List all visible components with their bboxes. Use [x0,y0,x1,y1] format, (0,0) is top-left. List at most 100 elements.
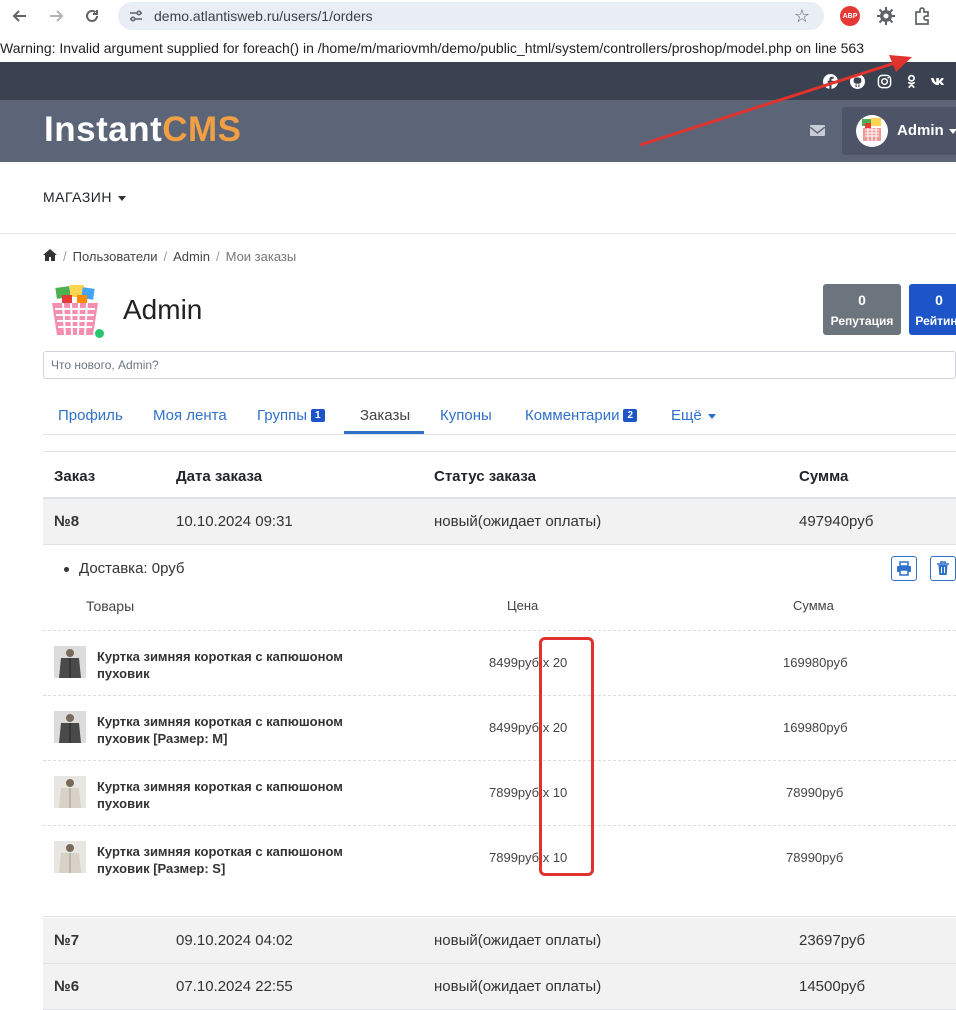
order-sum: 23697руб [799,932,866,949]
top-social-bar [0,62,956,100]
product-name[interactable]: Куртка зимняя короткая с капюшоном пухов… [97,648,367,682]
tab-groups[interactable]: Группы 1 [257,407,325,424]
orders-table-header: Заказ Дата заказа Статус заказа Сумма [43,451,956,499]
order-item-row: Куртка зимняя короткая с капюшоном пухов… [43,825,956,890]
item-sum: 169980руб [783,720,848,735]
product-thumbnail[interactable] [54,646,86,678]
order-item-row: Куртка зимняя короткая с капюшоном пухов… [43,695,956,760]
print-button[interactable] [891,556,917,581]
tab-orders[interactable]: Заказы [360,407,410,424]
bookmark-star-icon[interactable]: ☆ [794,6,810,27]
order-item-row: Куртка зимняя короткая с капюшоном пухов… [43,760,956,825]
tab-feed[interactable]: Моя лента [153,407,227,424]
site-logo[interactable]: InstantCMS [44,110,242,150]
item-sum: 78990руб [786,785,844,800]
reputation-value: 0 [858,292,866,308]
reload-icon[interactable] [82,6,102,26]
order-status: новый(ожидает оплаты) [434,513,602,530]
home-icon[interactable] [43,249,57,264]
delete-button[interactable] [930,556,956,581]
items-header-price: Цена [507,598,539,613]
php-warning: Warning: Invalid argument supplied for f… [0,40,865,56]
whats-new-input[interactable]: Что нового, Admin? [43,351,956,379]
tab-comments[interactable]: Комментарии 2 [525,407,638,424]
order-date: 10.10.2024 09:31 [176,513,293,530]
delivery-cost: Доставка: 0руб [64,560,185,577]
column-header-status: Статус заказа [434,468,536,485]
user-avatar [856,115,888,147]
rating-value: 0 [935,292,943,308]
odnoklassniki-icon[interactable] [903,73,919,89]
adblock-extension-icon[interactable]: ABP [840,6,860,26]
item-sum: 169980руб [783,655,848,670]
forward-arrow-icon[interactable] [46,6,66,26]
online-status-dot [94,328,105,339]
order-sum: 497940руб [799,513,874,530]
extensions-puzzle-icon[interactable] [912,6,932,26]
address-bar[interactable]: demo.atlantisweb.ru/users/1/orders ☆ [118,2,824,30]
page-title: Admin [123,294,203,325]
order-date: 09.10.2024 04:02 [176,932,293,949]
chevron-down-icon [949,129,956,134]
items-header-goods: Товары [86,598,135,614]
breadcrumb-separator: / [215,249,220,264]
github-icon[interactable] [849,73,865,89]
product-name[interactable]: Куртка зимняя короткая с капюшоном пухов… [97,843,367,877]
order-details: Доставка: 0руб Товары Цена Сумма Куртка … [43,545,956,917]
breadcrumb-current: Мои заказы [225,249,297,264]
user-name: Admin [897,122,944,139]
order-status: новый(ожидает оплаты) [434,978,602,995]
breadcrumb-separator: / [63,249,67,264]
browser-toolbar: demo.atlantisweb.ru/users/1/orders ☆ ABP [0,0,956,32]
breadcrumb-admin[interactable]: Admin [173,249,210,264]
product-thumbnail[interactable] [54,711,86,743]
rating-counter[interactable]: 0 Рейтинг [909,284,956,335]
order-status: новый(ожидает оплаты) [434,932,602,949]
reputation-label: Репутация [830,314,894,328]
order-sum: 14500руб [799,978,866,995]
order-item-row: Куртка зимняя короткая с капюшоном пухов… [43,630,956,695]
order-number: №6 [54,978,80,995]
quantity-highlight-box [539,637,594,876]
chevron-down-icon [707,413,716,419]
items-header-sum: Сумма [793,598,834,613]
breadcrumb-users[interactable]: Пользователи [73,249,158,264]
extension-gear-icon[interactable] [876,6,896,26]
column-header-sum: Сумма [799,468,849,485]
tab-coupons[interactable]: Купоны [440,407,492,424]
tab-profile[interactable]: Профиль [58,407,123,424]
product-name[interactable]: Куртка зимняя короткая с капюшоном пухов… [97,713,367,747]
tab-more[interactable]: Ещё [671,407,716,424]
divider [0,233,956,234]
url-text[interactable]: demo.atlantisweb.ru/users/1/orders [154,8,373,24]
item-sum: 78990руб [786,850,844,865]
order-row[interactable]: №7 09.10.2024 04:02 новый(ожидает оплаты… [43,918,956,964]
messages-envelope-icon[interactable] [809,125,826,136]
instagram-icon[interactable] [876,73,892,89]
order-row[interactable]: №8 10.10.2024 09:31 новый(ожидает оплаты… [43,499,956,545]
profile-tabs: Профиль Моя лента Группы 1 Заказы Купоны … [43,397,956,435]
rating-label: Рейтинг [915,314,956,328]
product-thumbnail[interactable] [54,841,86,873]
breadcrumb: / Пользователи / Admin / Мои заказы [43,249,296,264]
groups-count-badge: 1 [310,409,325,422]
facebook-icon[interactable] [822,73,838,89]
order-number: №8 [54,513,80,530]
product-name[interactable]: Куртка зимняя короткая с капюшоном пухов… [97,778,367,812]
site-info-icon[interactable] [128,8,144,29]
product-thumbnail[interactable] [54,776,86,808]
column-header-date: Дата заказа [176,468,263,485]
user-menu[interactable]: Admin [842,107,956,155]
order-number: №7 [54,932,80,949]
breadcrumb-separator: / [163,249,168,264]
shop-menu[interactable]: МАГАЗИН [43,189,126,205]
vk-icon[interactable] [930,73,946,89]
reputation-counter[interactable]: 0 Репутация [823,284,901,335]
active-tab-indicator [344,431,424,434]
back-arrow-icon[interactable] [10,6,30,26]
comments-count-badge: 2 [623,409,638,422]
order-date: 07.10.2024 22:55 [176,978,293,995]
order-row[interactable]: №6 07.10.2024 22:55 новый(ожидает оплаты… [43,964,956,1010]
column-header-order: Заказ [54,468,96,485]
chevron-down-icon [117,195,126,201]
